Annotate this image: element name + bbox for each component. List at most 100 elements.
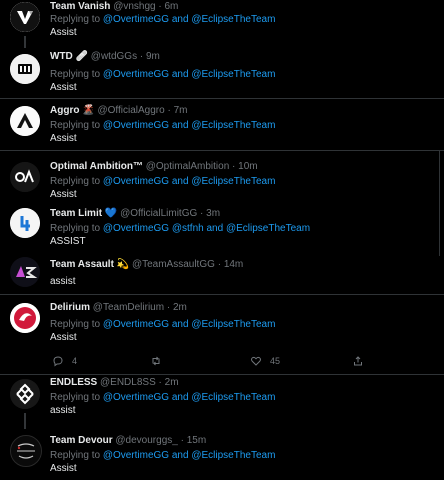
avatar[interactable]: [10, 106, 40, 136]
share-icon: [354, 356, 362, 366]
replying-to-label: Replying to: [50, 176, 101, 187]
avatar[interactable]: [10, 162, 40, 192]
replying-to: Replying to @OvertimeGG and @EclipseTheT…: [50, 13, 438, 26]
name-emoji: 💫: [116, 259, 130, 270]
mention-link[interactable]: @OvertimeGG: [103, 120, 169, 131]
user-handle[interactable]: @devourggs_: [115, 435, 177, 446]
replying-to-label: Replying to: [50, 450, 101, 461]
tweet-actions: 4 45: [50, 355, 420, 369]
and-label: and: [171, 69, 189, 80]
replying-to-label: Replying to: [50, 69, 101, 80]
tweet-text: Assist: [50, 27, 77, 38]
reply-button[interactable]: 4: [52, 355, 77, 367]
user-handle[interactable]: @OfficialLimitGG: [120, 208, 197, 219]
display-name[interactable]: Optimal Ambition™: [50, 161, 143, 172]
avatar[interactable]: [10, 2, 40, 32]
tweet-text: Assist: [50, 189, 77, 200]
retweet-icon: [152, 356, 160, 366]
reply-count: 4: [72, 356, 78, 366]
mention-link[interactable]: @EclipseTheTeam: [191, 14, 275, 25]
timestamp[interactable]: 14m: [224, 259, 243, 270]
display-name[interactable]: Team Vanish: [50, 1, 110, 12]
mention-link[interactable]: @OvertimeGG: [103, 14, 169, 25]
timestamp[interactable]: 10m: [238, 161, 257, 172]
replying-to: Replying to @OvertimeGG @stfnh and @Ecli…: [50, 222, 438, 235]
tweet-team-limit[interactable]: Team Limit 💙 @OfficialLimitGG · 3m Reply…: [0, 204, 444, 256]
timestamp[interactable]: 15m: [187, 435, 206, 446]
timestamp[interactable]: 9m: [146, 51, 160, 62]
timestamp[interactable]: 2m: [165, 377, 179, 388]
name-emoji: 🌋: [82, 105, 95, 116]
display-name[interactable]: Team Assault: [50, 259, 114, 270]
separator-dot: ·: [158, 377, 162, 388]
team-devour-logo-icon: [11, 436, 41, 466]
tweet-endless[interactable]: ENDLESS @ENDL8SS · 2m Replying to @Overt…: [0, 374, 444, 429]
mention-link[interactable]: @EclipseTheTeam: [191, 450, 275, 461]
replying-to-label: Replying to: [50, 223, 101, 234]
wtd-logo-icon: [10, 54, 40, 84]
mention-link[interactable]: @EclipseTheTeam: [191, 392, 275, 403]
avatar[interactable]: [10, 379, 40, 409]
thread-line: [24, 413, 26, 429]
separator-dot: ·: [139, 51, 144, 62]
mention-link[interactable]: @EclipseTheTeam: [191, 176, 275, 187]
tweet-wtd[interactable]: WTD 🩹 @wtdGGs · 9m Replying to @Overtime…: [0, 48, 444, 98]
tweet-text: assist: [50, 405, 76, 416]
user-handle[interactable]: @vnshgg: [113, 1, 155, 12]
mention-link[interactable]: @EclipseTheTeam: [191, 120, 275, 131]
mention-link[interactable]: @EclipseTheTeam: [191, 69, 275, 80]
tweet-text: Assist: [50, 133, 77, 144]
timestamp[interactable]: 2m: [173, 302, 187, 313]
separator-dot: ·: [232, 161, 236, 172]
display-name[interactable]: WTD: [50, 51, 73, 62]
tweet-delirium[interactable]: Delirium @TeamDelirium · 2m Replying to …: [0, 294, 444, 375]
tweet-text: assist: [50, 276, 76, 287]
mention-link[interactable]: @EclipseTheTeam: [226, 223, 310, 234]
timestamp[interactable]: 7m: [174, 105, 188, 116]
display-name[interactable]: Delirium: [50, 302, 90, 313]
avatar[interactable]: [10, 257, 40, 287]
and-label: and: [206, 223, 224, 234]
like-button[interactable]: 45: [250, 355, 280, 367]
user-handle[interactable]: @TeamDelirium: [93, 302, 164, 313]
and-label: and: [171, 392, 189, 403]
avatar[interactable]: [10, 54, 40, 84]
share-button[interactable]: [352, 355, 364, 367]
retweet-button[interactable]: [150, 355, 170, 367]
display-name[interactable]: Aggro: [50, 105, 79, 116]
user-handle[interactable]: @OfficialAggro: [97, 105, 164, 116]
mention-link[interactable]: @OvertimeGG: [103, 319, 169, 330]
timestamp[interactable]: 6m: [165, 1, 179, 12]
timestamp[interactable]: 3m: [206, 208, 220, 219]
mention-link[interactable]: @EclipseTheTeam: [191, 319, 275, 330]
mention-link[interactable]: @stfnh: [172, 223, 204, 234]
team-vanish-logo-icon: [10, 2, 40, 32]
user-handle[interactable]: @OptimalAmbition: [146, 161, 230, 172]
separator-dot: ·: [180, 435, 184, 446]
tweet-optimal-ambition[interactable]: Optimal Ambition™ @OptimalAmbition · 10m…: [0, 150, 444, 205]
separator-dot: ·: [158, 1, 162, 12]
mention-link[interactable]: @OvertimeGG: [103, 450, 169, 461]
column-border: [439, 204, 440, 256]
avatar[interactable]: [10, 208, 40, 238]
user-handle[interactable]: @wtdGGs: [91, 51, 137, 62]
mention-link[interactable]: @OvertimeGG: [103, 223, 169, 234]
tweet-text: Assist: [50, 332, 77, 343]
avatar[interactable]: [10, 303, 40, 333]
display-name[interactable]: ENDLESS: [50, 377, 97, 388]
tweet-team-assault[interactable]: Team Assault 💫 @TeamAssaultGG · 14m assi…: [0, 256, 444, 294]
avatar[interactable]: [10, 435, 42, 467]
mention-link[interactable]: @OvertimeGG: [103, 392, 169, 403]
user-handle[interactable]: @TeamAssaultGG: [132, 259, 215, 270]
mention-link[interactable]: @OvertimeGG: [103, 69, 169, 80]
display-name[interactable]: Team Limit: [50, 208, 102, 219]
mention-link[interactable]: @OvertimeGG: [103, 176, 169, 187]
user-handle[interactable]: @ENDL8SS: [100, 377, 156, 388]
tweet-team-vanish[interactable]: Team Vanish @vnshgg · 6m Replying to @Ov…: [0, 0, 444, 48]
aggro-logo-icon: [10, 106, 40, 136]
tweet-aggro[interactable]: Aggro 🌋 @OfficialAggro · 7m Replying to …: [0, 98, 444, 151]
display-name[interactable]: Team Devour: [50, 435, 113, 446]
optimal-ambition-logo-icon: [10, 162, 40, 192]
delirium-logo-icon: [10, 303, 40, 333]
tweet-team-devour[interactable]: Team Devour @devourggs_ · 15m Replying t…: [0, 428, 444, 480]
